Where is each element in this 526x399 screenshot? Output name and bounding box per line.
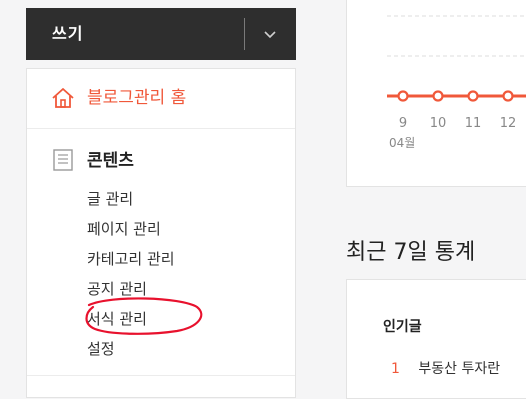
sidebar: 블로그관리 홈 콘텐츠 글 관리 페이지 관리 카테고리 관리 공지 관리 서식… [26, 68, 296, 398]
line-chart: 9 10 11 12 04월 [387, 15, 526, 150]
chart-x-tick-label: 9 [399, 116, 407, 131]
content-menu: 글 관리 페이지 관리 카테고리 관리 공지 관리 서식 관리 설정 [87, 184, 175, 364]
write-button[interactable]: 쓰기 [26, 8, 296, 60]
chart-point[interactable] [432, 90, 444, 102]
red-circle-annotation [85, 297, 203, 335]
popular-item[interactable]: 1 부동산 투자란 [391, 358, 500, 378]
home-icon [52, 88, 74, 108]
visitor-chart-card: 9 10 11 12 04월 [346, 0, 526, 187]
chart-x-tick-label: 12 [500, 116, 517, 131]
popular-title: 인기글 [383, 319, 422, 335]
popular-item-title: 부동산 투자란 [418, 361, 501, 377]
chart-point[interactable] [397, 90, 409, 102]
sidebar-item-posts[interactable]: 글 관리 [87, 184, 175, 214]
sidebar-item-categories[interactable]: 카테고리 관리 [87, 244, 175, 274]
sidebar-divider [27, 375, 295, 376]
chart-point[interactable] [502, 90, 514, 102]
popular-rank: 1 [391, 361, 400, 377]
document-icon [53, 149, 73, 171]
sidebar-item-settings[interactable]: 설정 [87, 334, 175, 364]
write-label: 쓰기 [52, 24, 84, 43]
chart-month-label: 04월 [389, 136, 415, 150]
sidebar-item-home[interactable]: 블로그관리 홈 [27, 69, 295, 129]
popular-posts-card: 인기글 1 부동산 투자란 [346, 279, 526, 399]
home-label: 블로그관리 홈 [87, 88, 187, 108]
chart-x-tick-label: 11 [465, 116, 482, 131]
chart-x-tick-label: 10 [430, 116, 447, 131]
chevron-down-icon[interactable] [262, 26, 278, 42]
sidebar-item-pages[interactable]: 페이지 관리 [87, 214, 175, 244]
recent-stats-title: 최근 7일 통계 [346, 240, 476, 265]
write-divider [244, 18, 245, 50]
chart-point[interactable] [467, 90, 479, 102]
section-title-content: 콘텐츠 [87, 151, 134, 171]
